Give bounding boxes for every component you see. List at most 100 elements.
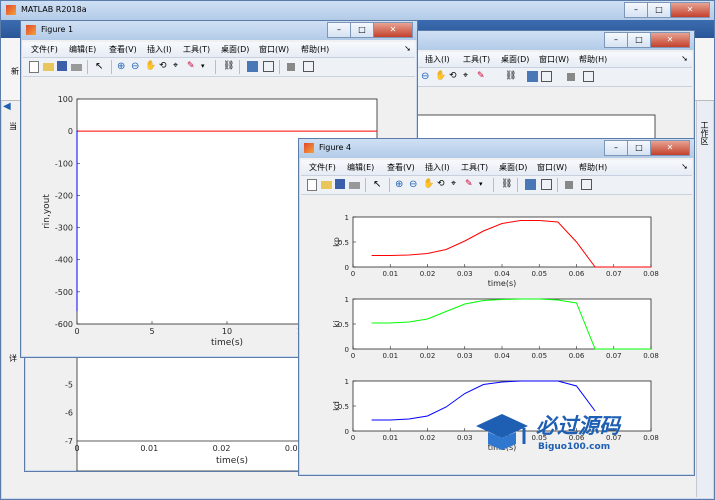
bg-maximize-button[interactable]: □ — [627, 32, 651, 48]
bg-menu-insert[interactable]: 插入(I) — [425, 54, 450, 65]
figure4-titlebar[interactable]: Figure 4 – □ ✕ — [299, 139, 694, 158]
fig4-menu-edit[interactable]: 编辑(E) — [347, 162, 374, 173]
fig4-menu-file[interactable]: 文件(F) — [309, 162, 336, 173]
bg-menu-tools[interactable]: 工具(T) — [463, 54, 490, 65]
fig1-menu-expand-icon[interactable]: ➘ — [404, 44, 411, 53]
bg-rotate-icon[interactable]: ⟲ — [449, 71, 460, 82]
bg-legend-icon[interactable] — [541, 71, 552, 82]
fig1-menu-tools[interactable]: 工具(T) — [183, 44, 210, 55]
fig4-menu-desktop[interactable]: 桌面(D) — [499, 162, 527, 173]
toolbar-separator — [239, 60, 240, 74]
fig4-pointer-icon[interactable]: ↖ — [373, 179, 384, 190]
fig1-save-icon[interactable] — [57, 61, 67, 71]
figure4-minimize-button[interactable]: – — [604, 140, 628, 156]
fig1-pan-icon[interactable]: ✋ — [145, 61, 156, 72]
fig1-zoom-out-icon[interactable]: ⊖ — [131, 61, 142, 72]
bg-brush-icon[interactable]: ✎ — [477, 71, 488, 82]
x-tick-label: 0.02 — [420, 434, 436, 442]
workspace-tab[interactable]: 工作区 — [699, 121, 710, 145]
figure1-maximize-button[interactable]: □ — [350, 22, 374, 38]
close-button[interactable]: ✕ — [670, 2, 710, 18]
bg-menu-expand-icon[interactable]: ➘ — [681, 54, 688, 63]
bg-minimize-button[interactable]: – — [604, 32, 628, 48]
fig1-menu-insert[interactable]: 插入(I) — [147, 44, 172, 55]
x-axis-label: time(s) — [488, 279, 516, 288]
bg-x-axis-label: time(s) — [216, 456, 248, 466]
fig1-menu-file[interactable]: 文件(F) — [31, 44, 58, 55]
fig1-print-icon[interactable] — [71, 64, 82, 71]
y-axis-label: kd — [332, 401, 341, 411]
figure1-minimize-button[interactable]: – — [327, 22, 351, 38]
minimize-button[interactable]: – — [624, 2, 648, 18]
fig1-new-icon[interactable] — [29, 61, 39, 73]
fig4-brush-dropdown-icon[interactable]: ▾ — [479, 179, 490, 190]
fig4-brush-icon[interactable]: ✎ — [465, 179, 476, 190]
fig4-datacursor-icon[interactable]: ⌖ — [451, 179, 462, 190]
fig1-menu-edit[interactable]: 编辑(E) — [69, 44, 96, 55]
fig4-menu-tools[interactable]: 工具(T) — [461, 162, 488, 173]
bg-close-button[interactable]: ✕ — [650, 32, 690, 48]
x-tick-label: 0 — [351, 352, 355, 360]
matlab-titlebar[interactable]: MATLAB R2018a – □ ✕ — [1, 1, 714, 20]
maximize-button[interactable]: □ — [647, 2, 671, 18]
fig1-link-icon[interactable]: ⛓ — [223, 61, 234, 72]
x-tick-label: 10 — [222, 327, 232, 336]
fig1-brush-dropdown-icon[interactable]: ▾ — [201, 61, 212, 72]
fig4-hide-plottools-icon[interactable] — [565, 181, 573, 189]
fig4-pan-icon[interactable]: ✋ — [423, 179, 434, 190]
bg-colorbar-icon[interactable] — [527, 71, 538, 82]
fig1-open-icon[interactable] — [43, 63, 54, 71]
fig4-link-icon[interactable]: ⛓ — [501, 179, 512, 190]
fig4-rotate-icon[interactable]: ⟲ — [437, 179, 448, 190]
bg-zoom-out-icon[interactable]: ⊖ — [421, 71, 432, 82]
fig4-show-plottools-icon[interactable] — [581, 179, 592, 190]
fig4-save-icon[interactable] — [335, 179, 345, 189]
figure1-toolbar: ↖ ⊕ ⊖ ✋ ⟲ ⌖ ✎ ▾ ⛓ — [23, 58, 415, 77]
figure1-titlebar[interactable]: Figure 1 – □ ✕ — [21, 21, 417, 40]
figure4-maximize-button[interactable]: □ — [627, 140, 651, 156]
back-arrow-icon[interactable]: ◀ — [3, 101, 21, 119]
fig1-zoom-in-icon[interactable]: ⊕ — [117, 61, 128, 72]
fig4-menu-window[interactable]: 窗口(W) — [537, 162, 567, 173]
figure1-close-button[interactable]: ✕ — [373, 22, 413, 38]
x-tick-label: 5 — [149, 327, 154, 336]
bg-pan-icon[interactable]: ✋ — [435, 71, 446, 82]
fig4-colorbar-icon[interactable] — [525, 179, 536, 190]
bg-link-icon[interactable]: ⛓ — [505, 71, 516, 82]
fig1-rotate-icon[interactable]: ⟲ — [159, 61, 170, 72]
fig4-zoom-out-icon[interactable]: ⊖ — [409, 179, 420, 190]
bg-y-tick-label: -7 — [65, 437, 73, 446]
fig4-print-icon[interactable] — [349, 182, 360, 189]
bg-hide-plottools-icon[interactable] — [567, 73, 575, 81]
bg-menu-desktop[interactable]: 桌面(D) — [501, 54, 529, 65]
fig1-menu-desktop[interactable]: 桌面(D) — [221, 44, 249, 55]
fig4-new-icon[interactable] — [307, 179, 317, 191]
fig4-menu-help[interactable]: 帮助(H) — [579, 162, 607, 173]
fig1-menu-window[interactable]: 窗口(W) — [259, 44, 289, 55]
bg-show-plottools-icon[interactable] — [583, 71, 594, 82]
x-tick-label: 0.03 — [457, 434, 473, 442]
y-axis-label: kp — [332, 237, 341, 247]
fig4-menu-view[interactable]: 查看(V) — [387, 162, 415, 173]
fig4-zoom-in-icon[interactable]: ⊕ — [395, 179, 406, 190]
bg-menu-window[interactable]: 窗口(W) — [539, 54, 569, 65]
fig1-datacursor-icon[interactable]: ⌖ — [173, 61, 184, 72]
figure4-close-button[interactable]: ✕ — [650, 140, 690, 156]
fig1-legend-icon[interactable] — [263, 61, 274, 72]
fig1-menu-view[interactable]: 查看(V) — [109, 44, 137, 55]
bg-datacursor-icon[interactable]: ⌖ — [463, 71, 474, 82]
fig1-colorbar-icon[interactable] — [247, 61, 258, 72]
fig4-legend-icon[interactable] — [541, 179, 552, 190]
fig1-pointer-icon[interactable]: ↖ — [95, 61, 106, 72]
toolbar-separator — [365, 178, 366, 192]
fig1-show-plottools-icon[interactable] — [303, 61, 314, 72]
workspace-side-panel[interactable]: 工作区 — [696, 101, 713, 497]
fig4-menu-insert[interactable]: 插入(I) — [425, 162, 450, 173]
fig1-hide-plottools-icon[interactable] — [287, 63, 295, 71]
figure1-icon — [26, 25, 36, 35]
bg-menu-help[interactable]: 帮助(H) — [579, 54, 607, 65]
fig1-brush-icon[interactable]: ✎ — [187, 61, 198, 72]
fig4-open-icon[interactable] — [321, 181, 332, 189]
fig4-menu-expand-icon[interactable]: ➘ — [681, 162, 688, 171]
fig1-menu-help[interactable]: 帮助(H) — [301, 44, 329, 55]
